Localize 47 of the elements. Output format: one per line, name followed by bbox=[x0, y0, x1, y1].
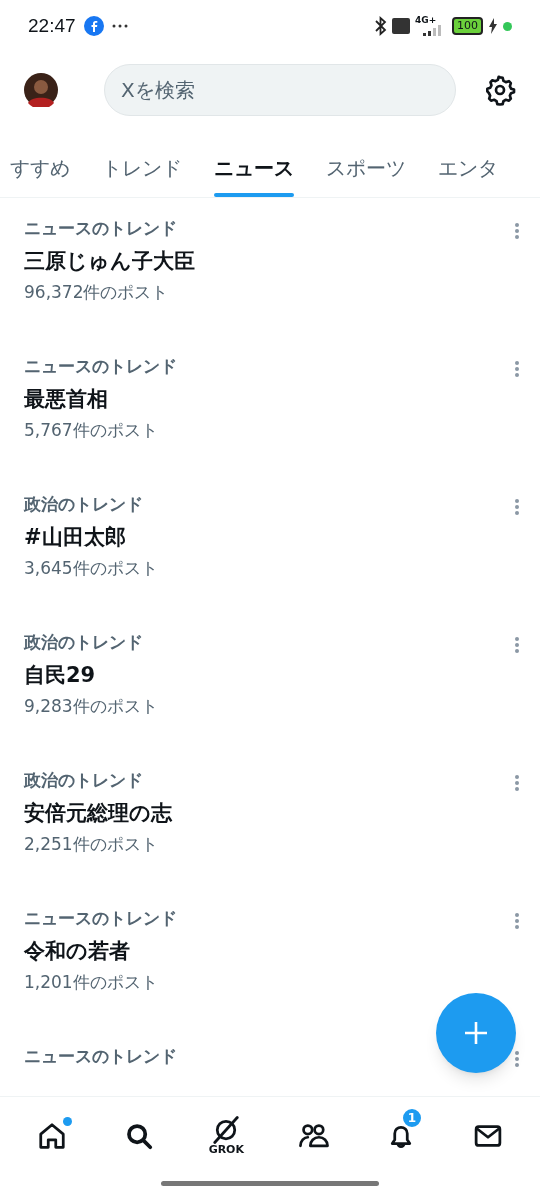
trend-title[interactable]: 最悪首相 bbox=[24, 384, 514, 414]
trend-category: 政治のトレンド bbox=[24, 493, 144, 516]
slashed-circle-icon bbox=[211, 1115, 242, 1144]
trend-category: ニュースのトレンド bbox=[24, 907, 178, 930]
notification-badge: 1 bbox=[400, 1106, 423, 1129]
nav-button[interactable]: GROK bbox=[194, 1101, 259, 1162]
status-time: 22:47 bbox=[28, 13, 76, 38]
more-options-icon[interactable] bbox=[514, 360, 520, 378]
trend-title[interactable]: 三原じゅん子大臣 bbox=[24, 246, 514, 276]
post-count: 3,645件のポスト bbox=[24, 557, 159, 580]
trend-category: ニュースのトレンド bbox=[24, 355, 178, 378]
facebook-icon bbox=[83, 16, 104, 36]
trend-category: 政治のトレンド bbox=[24, 631, 144, 654]
avatar[interactable] bbox=[24, 73, 58, 107]
trend-category: ニュースのトレンド bbox=[24, 217, 178, 240]
more-options-icon[interactable] bbox=[514, 636, 520, 654]
trend-title[interactable]: 令和の若者 bbox=[24, 936, 514, 966]
more-icon bbox=[111, 24, 128, 28]
post-count: 9,283件のポスト bbox=[24, 695, 159, 718]
post-count: 2,251件のポスト bbox=[24, 833, 159, 856]
trend-title[interactable]: 安倍元総理の志 bbox=[24, 798, 514, 828]
network-type: 4G+ bbox=[415, 16, 437, 25]
bluetooth-icon bbox=[375, 16, 387, 36]
tab[interactable]: すすめ bbox=[10, 128, 70, 197]
search-field[interactable]: Xを検索 bbox=[104, 64, 456, 116]
more-options-icon[interactable] bbox=[514, 222, 520, 240]
post-count: 96,372件のポスト bbox=[24, 281, 170, 304]
home-icon bbox=[36, 1120, 67, 1151]
trend-category: 政治のトレンド bbox=[24, 769, 144, 792]
post-count: 1,201件のポスト bbox=[24, 971, 159, 994]
status-dot-icon bbox=[503, 21, 512, 31]
trend-title[interactable]: #山田太郎 bbox=[24, 522, 514, 552]
more-options-icon[interactable] bbox=[514, 774, 520, 792]
tab[interactable]: エンタ bbox=[438, 128, 498, 197]
more-options-icon[interactable] bbox=[514, 498, 520, 516]
post-count: 5,767件のポスト bbox=[24, 419, 159, 442]
charging-icon bbox=[488, 18, 498, 34]
more-options-icon[interactable] bbox=[514, 912, 520, 930]
battery-indicator: 100 bbox=[452, 17, 483, 35]
settings-icon[interactable] bbox=[484, 74, 516, 106]
more-options-icon[interactable] bbox=[514, 1050, 520, 1068]
tab[interactable]: トレンド bbox=[102, 128, 182, 197]
plus-icon bbox=[463, 1020, 489, 1046]
tab[interactable]: ニュース bbox=[214, 128, 294, 197]
tab[interactable]: スポーツ bbox=[326, 128, 406, 197]
trend-category: ニュースのトレンド bbox=[24, 1045, 178, 1068]
trend-title[interactable]: 自民29 bbox=[24, 660, 514, 690]
